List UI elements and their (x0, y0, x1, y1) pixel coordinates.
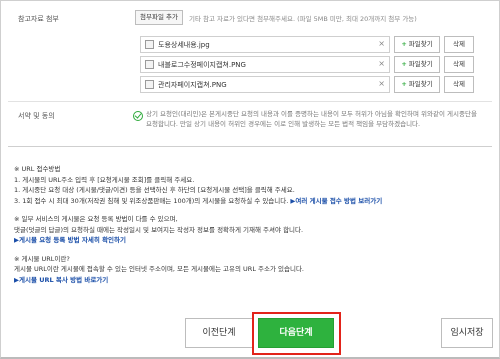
file-icon (145, 80, 154, 89)
service-note: 댓글(덧글의 답글)의 요청하실 때에는 작성일시 및 보여지는 작성자 정보를… (14, 225, 304, 234)
plus-icon: + (401, 40, 407, 48)
attachments-label: 참고자료 첨부 (18, 15, 59, 23)
multi-post-help-link[interactable]: ▶여러 게시물 접수 방법 보러가기 (290, 197, 382, 205)
file-icon (145, 40, 154, 49)
add-attachment-button[interactable]: 첨부파일 추가 (135, 10, 183, 25)
plus-icon: + (401, 60, 407, 68)
request-method-link[interactable]: ▶게시물 요청 등록 방법 자세히 확인하기 (14, 235, 490, 246)
url-method-step: 1. 게시중단 요청 대상 (게시물/댓글/이견) 등을 선택하신 후 하단의 … (14, 186, 295, 194)
prev-step-button[interactable]: 이전단계 (185, 318, 253, 348)
clear-icon[interactable]: × (378, 79, 385, 88)
service-note: ※ 일부 서비스의 게시물은 요청 등록 방법이 다를 수 있으며, (14, 215, 178, 223)
delete-file-button[interactable]: 삭제 (444, 56, 474, 73)
highlight-box (252, 312, 341, 355)
url-method-step: 1. 게시물의 URL주소 입력 후 [요청게시물 조회]를 클릭해 주세요. (14, 175, 195, 184)
file-name: 관리자페이지캡쳐.PNG (158, 81, 227, 89)
notes-section: ※ URL 접수방법 1. 게시물의 URL주소 입력 후 [요청게시물 조회]… (14, 164, 490, 285)
file-row: 관리자페이지캡쳐.PNG × (140, 76, 390, 93)
plus-icon: + (401, 80, 407, 88)
url-what-title: ※ 게시물 URL이란? (14, 254, 70, 263)
divider (8, 101, 492, 102)
temp-save-button[interactable]: 임시저장 (441, 318, 493, 348)
delete-file-button[interactable]: 삭제 (444, 36, 474, 53)
file-icon (145, 60, 154, 69)
divider (8, 146, 492, 147)
clear-icon[interactable]: × (378, 59, 385, 68)
clear-icon[interactable]: × (378, 39, 385, 48)
url-what-text: 게시물 URL이란 게시물에 접속할 수 있는 인터넷 주소이며, 모든 게시물… (14, 265, 305, 273)
agreement-text: 상기 요청인(대리인)은 본게시중단 요청의 내용과 이를 증명하는 내용이 모… (146, 110, 477, 128)
delete-file-button[interactable]: 삭제 (444, 76, 474, 93)
file-row: 도용상세내용.jpg × (140, 36, 390, 53)
find-file-button[interactable]: + 파일찾기 (394, 36, 440, 53)
url-copy-link[interactable]: ▶게시물 URL 복사 방법 바로가기 (14, 275, 490, 286)
url-method-title: ※ URL 접수방법 (14, 165, 61, 173)
signature-label: 서약 및 동의 (18, 112, 55, 120)
attachments-hint: 기타 참고 자료가 있다면 첨부해주세요. (파일 5MB 미만, 최대 20개… (189, 15, 417, 23)
find-file-button[interactable]: + 파일찾기 (394, 76, 440, 93)
find-file-button[interactable]: + 파일찾기 (394, 56, 440, 73)
file-name: 내블로그수정페이지캡쳐.PNG (158, 61, 246, 69)
check-circle-icon (133, 111, 143, 121)
url-method-step: 3. 1회 접수 시 최대 30개(저작권 침해 및 위조상품판매는 100개)… (14, 196, 289, 205)
file-row: 내블로그수정페이지캡쳐.PNG × (140, 56, 390, 73)
file-name: 도용상세내용.jpg (158, 41, 210, 49)
